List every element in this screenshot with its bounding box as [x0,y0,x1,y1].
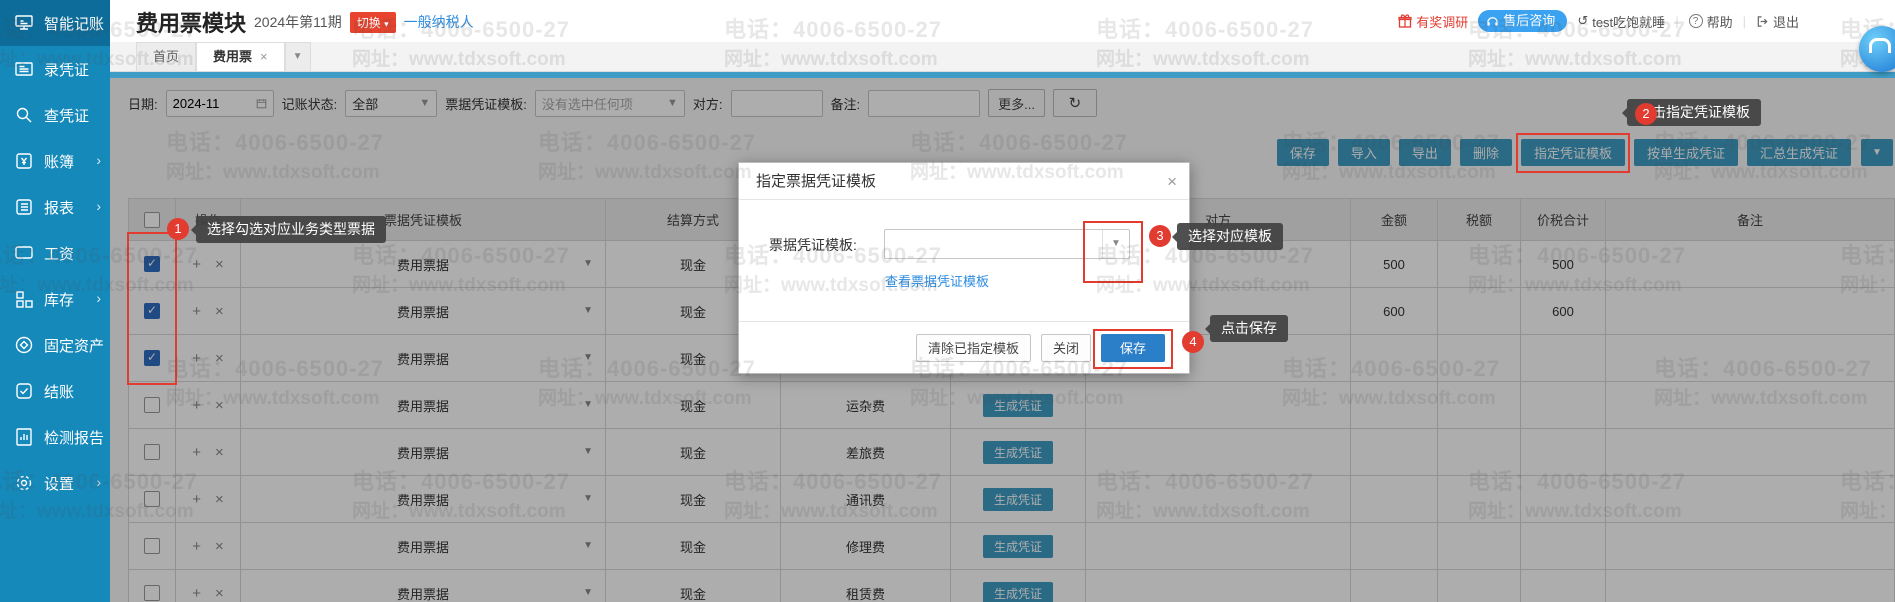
username-menu[interactable]: ↺ test吃饱就睡 [1577,12,1665,31]
main-area: 费用票模块 2024年第11期 切换 ▾ 一般纳税人 有奖调研 售后咨询 ↺ [110,0,1895,602]
clear-template-button[interactable]: 清除已指定模板 [916,334,1031,362]
sidebar-item-label: 工资 [44,243,74,264]
closing-icon [13,380,35,402]
dialog-close-icon[interactable]: × [1167,163,1177,200]
gift-icon [1398,14,1412,28]
tab-list-dropdown[interactable]: ▼ [285,42,311,71]
help-icon: ? [1689,14,1703,28]
annotation-tooltip: 选择对应模板 [1177,223,1283,250]
sidebar-item-payroll[interactable]: 工资 [0,230,110,276]
sidebar-item-voucher-entry[interactable]: 录凭证 [0,46,110,92]
headset-icon [1486,15,1499,28]
caret-down-icon: ▾ [384,19,389,29]
sidebar-item-label: 智能记账 [44,13,104,34]
dialog-close-button[interactable]: 关闭 [1041,334,1091,362]
report-icon [13,196,35,218]
settings-icon [13,472,35,494]
page-title: 费用票模块 [136,6,246,38]
sidebar-item-label: 查凭证 [44,105,89,126]
annotation-step-badge: 1 [167,218,189,240]
ledger-icon [13,150,35,172]
sidebar-item-label: 设置 [44,473,74,494]
content-panel: 日期: 记账状态: 全部▼ 票据凭证模板: 没有选中任何项▼ 对方: 备注: 更… [110,72,1895,602]
annotation-step-badge: 3 [1149,225,1171,247]
after-sales-support-button[interactable]: 售后咨询 [1478,10,1567,32]
select-caret-icon[interactable]: ▼ [1102,230,1129,258]
sidebar-item-label: 库存 [44,289,74,310]
period-label: 2024年第11期 [254,12,342,32]
voucher-entry-icon [13,58,35,80]
inventory-icon [13,288,35,310]
assign-template-dialog: 指定票据凭证模板 × 票据凭证模板: ▼ 查看票据凭证模板 3 选择对应模板 清… [738,162,1190,374]
sidebar-item-label: 固定资产 [44,335,104,356]
logout-icon [1756,15,1769,28]
template-field-label: 票据凭证模板: [769,235,857,255]
chevron-right-icon: › [96,152,101,168]
annotation-tooltip: 点击保存 [1210,315,1288,342]
sidebar: 智能记账 录凭证 查凭证 账簿 › 报表 › 工资 [0,0,110,602]
tab-home[interactable]: 首页 [136,42,196,71]
sidebar-item-settings[interactable]: 设置 › [0,460,110,506]
sidebar-item-voucher-search[interactable]: 查凭证 [0,92,110,138]
annotation-step-badge: 2 [1635,103,1657,125]
logout-link[interactable]: 退出 [1756,12,1799,31]
dialog-save-button[interactable]: 保存 4 点击保存 [1101,334,1165,362]
fixed-assets-icon [13,334,35,356]
divider: | [1743,14,1746,29]
chevron-right-icon: › [96,474,101,490]
app-window: 智能记账 录凭证 查凭证 账簿 › 报表 › 工资 [0,0,1895,602]
help-link[interactable]: ? 帮助 [1689,12,1733,31]
dialog-title: 指定票据凭证模板 [756,173,876,190]
sidebar-item-closing[interactable]: 结账 [0,368,110,414]
tab-expense-ticket[interactable]: 费用票× [196,42,285,71]
survey-link[interactable]: 有奖调研 [1398,12,1468,31]
close-tab-icon[interactable]: × [260,49,268,64]
switch-period-button[interactable]: 切换 ▾ [350,12,396,33]
check-report-icon [13,426,35,448]
divider: | [1675,14,1678,29]
sidebar-item-ledger[interactable]: 账簿 › [0,138,110,184]
sidebar-item-smart-accounting[interactable]: 智能记账 [0,0,110,46]
chevron-right-icon: › [96,198,101,214]
tab-bar: 首页 费用票× ▼ [110,42,1895,72]
sidebar-item-fixed-assets[interactable]: 固定资产 [0,322,110,368]
template-select[interactable]: ▼ [884,229,1130,259]
history-icon: ↺ [1577,13,1588,29]
sidebar-item-label: 录凭证 [44,59,89,80]
chevron-right-icon: › [96,290,101,306]
taxpayer-type-link[interactable]: 一般纳税人 [404,12,474,32]
sidebar-item-label: 结账 [44,381,74,402]
topbar: 费用票模块 2024年第11期 切换 ▾ 一般纳税人 有奖调研 售后咨询 ↺ [110,0,1895,42]
view-templates-link[interactable]: 查看票据凭证模板 [885,271,989,290]
sidebar-item-label: 检测报告 [44,427,104,448]
annotation-step-badge: 4 [1182,331,1204,353]
sidebar-item-label: 账簿 [44,151,74,172]
annotation-tooltip: 选择勾选对应业务类型票据 [196,216,386,243]
sidebar-item-label: 报表 [44,197,74,218]
payroll-icon [13,242,35,264]
smart-accounting-icon [13,12,35,34]
voucher-search-icon [13,104,35,126]
sidebar-item-reports[interactable]: 报表 › [0,184,110,230]
sidebar-item-check-report[interactable]: 检测报告 [0,414,110,460]
sidebar-item-inventory[interactable]: 库存 › [0,276,110,322]
